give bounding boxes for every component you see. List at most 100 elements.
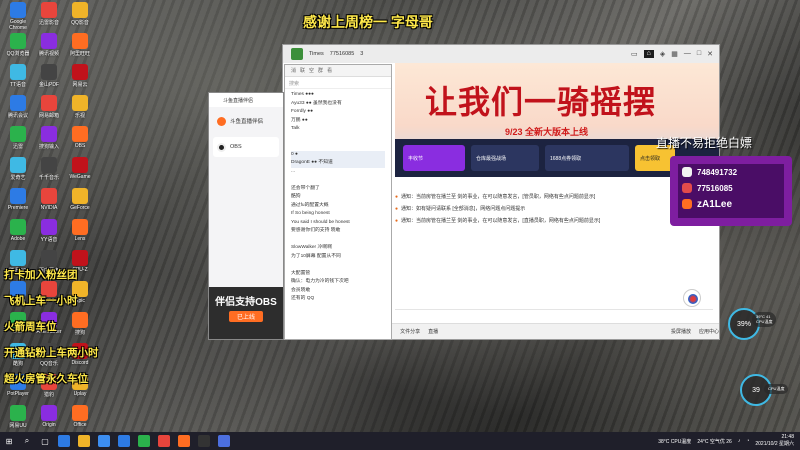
toolbar-button[interactable]: 直播 [428,328,438,335]
apps-icon[interactable]: ▦ [671,50,678,58]
chat-line[interactable]: You said I should be honest [291,219,385,228]
chat-line[interactable]: Forrdly ●● [291,108,385,117]
chat-line[interactable]: 会员晓敢 [291,287,385,296]
douyu-nav-item[interactable]: 斗鱼直播伴侣 [213,111,279,131]
chat-line[interactable] [291,261,385,270]
app-icon [72,157,88,173]
task-view-icon[interactable]: ▢ [36,432,54,450]
app-icon [10,33,26,49]
app-icon[interactable] [218,435,230,447]
desktop-icon-label: 阿里旺旺 [69,51,90,57]
desktop-icon[interactable]: Lens [66,219,94,250]
obs-icon[interactable] [198,435,210,447]
desktop-icon[interactable]: QQ影音 [66,2,94,33]
chat-line[interactable] [291,236,385,245]
desktop-icon[interactable]: QQ浏览器 [4,33,32,64]
chat-line[interactable]: 酷狗 [291,193,385,202]
desktop-icon[interactable]: 网易云 [66,64,94,95]
chat-line[interactable]: 0 ● [291,150,385,159]
desktop-icon[interactable]: 迅雷影音 [35,2,63,33]
desktop-icon-label: QQ浏览器 [6,51,30,57]
banner-card[interactable]: 仓库最强战场 [471,145,539,171]
app-icon [10,188,26,204]
chat-search-input[interactable]: 搜索 [285,77,391,89]
promo-button[interactable]: 已上线 [228,311,263,322]
gamepad-icon[interactable]: ◈ [660,50,665,58]
store-icon[interactable] [98,435,110,447]
wechat-icon[interactable] [138,435,150,447]
chat-tool-button[interactable]: 看 [327,67,332,74]
desktop-icon[interactable]: WeGame [66,157,94,188]
desktop-icon[interactable]: GeForce [66,188,94,219]
folder-icon[interactable] [78,435,90,447]
desktop-icon[interactable]: 腾讯会议 [4,95,32,126]
close-icon[interactable]: ✕ [707,50,713,58]
desktop-icon[interactable]: Premiere [4,188,32,219]
weather-readout[interactable]: 24°C 空气优 26 [697,438,732,445]
qq-icon[interactable] [118,435,130,447]
desktop-icon[interactable]: YY语音 [35,219,63,250]
desktop-icon[interactable]: NVIDIA [35,188,63,219]
chat-line[interactable]: 万鹏 ●● [291,117,385,126]
chat-line[interactable]: If So being honest [291,210,385,219]
chat-line[interactable]: Ayu33 ●● 虽然我也没有 [291,100,385,109]
desktop-icon[interactable]: TT语音 [4,64,32,95]
desktop-icon[interactable]: Adobe [4,219,32,250]
desktop-icon[interactable]: 乐视 [66,95,94,126]
desktop-icon[interactable]: 腾讯视频 [35,33,63,64]
desktop-icon-label: WeGame [69,174,91,180]
chat-line[interactable] [291,142,385,151]
chat-tool-button[interactable]: 消 [291,67,296,74]
volume-icon[interactable]: ♪ [738,438,741,444]
chat-line[interactable]: DragonE ●● 不知道 [291,159,385,168]
desktop-icon[interactable]: 迅雷 [4,126,32,157]
desktop-icon[interactable]: OBS [66,126,94,157]
home-icon[interactable]: ⌂ [643,50,654,58]
search-icon[interactable]: ⌕ [18,432,36,450]
chat-line[interactable]: 通过fu的配置大概 [291,202,385,211]
chat-line[interactable] [291,134,385,143]
desktop-icon[interactable]: 千千音乐 [35,157,63,188]
chat-tool-button[interactable]: 联 [300,67,305,74]
message-input[interactable] [395,309,713,323]
chat-line[interactable]: ... [291,168,385,177]
toolbar-button[interactable]: 投屏播放 [671,328,691,335]
desktop-icon[interactable]: 网易邮箱 [35,95,63,126]
titlebar-actions: ▭ ⌂ ◈ ▦ — □ ✕ [631,50,719,58]
chat-line[interactable]: Times ●●● [291,91,385,100]
desktop-icon[interactable]: 搜狗输入 [35,126,63,157]
desktop-icon[interactable]: 爱奇艺 [4,157,32,188]
clock[interactable]: 21:48 2021/10/2 星期六 [755,434,794,448]
chat-line[interactable] [291,176,385,185]
banner-card[interactable]: 丰收节 [403,145,465,171]
chat-tool-button[interactable]: 群 [318,67,323,74]
network-icon[interactable]: ◔ [746,438,749,444]
penguin-icon [682,167,692,177]
desktop-icon-label: Premiere [7,205,29,211]
toolbar-button[interactable]: 文件分享 [400,328,420,335]
chat-line[interactable]: Talk [291,125,385,134]
desktop-icon[interactable]: Google Chrome [4,2,32,33]
banner-card[interactable]: 1688点券领取 [545,145,629,171]
chat-line[interactable]: 确认：电力为冷的钱下次吧 [291,278,385,287]
floating-app-icon[interactable] [683,289,701,307]
chat-line[interactable]: 还会带个翻了 [291,185,385,194]
chat-line[interactable]: SlowWalker 冷啊啊 [291,244,385,253]
douyu-nav-item[interactable]: OBS [213,137,279,157]
chat-line[interactable]: 还有的 QQ [291,295,385,304]
desktop-icon[interactable]: 金山PDF [35,64,63,95]
netease-icon[interactable] [158,435,170,447]
edge-icon[interactable] [58,435,70,447]
info-row: 748491732 [678,164,784,180]
chat-line[interactable]: 大配置管 [291,270,385,279]
chat-line[interactable]: 为了10屏幕 配置从不同 [291,253,385,262]
video-icon[interactable]: ▭ [631,50,638,58]
start-icon[interactable]: ⊞ [0,432,18,450]
toolbar-button[interactable]: 应用中心 [699,328,719,335]
chat-tool-button[interactable]: 空 [309,67,314,74]
douyu-icon[interactable] [178,435,190,447]
minimize-icon[interactable]: — [684,50,691,58]
chat-line[interactable]: 要感谢你们的支持 晓敢 [291,227,385,236]
maximize-icon[interactable]: □ [697,50,701,58]
desktop-icon[interactable]: 阿里旺旺 [66,33,94,64]
